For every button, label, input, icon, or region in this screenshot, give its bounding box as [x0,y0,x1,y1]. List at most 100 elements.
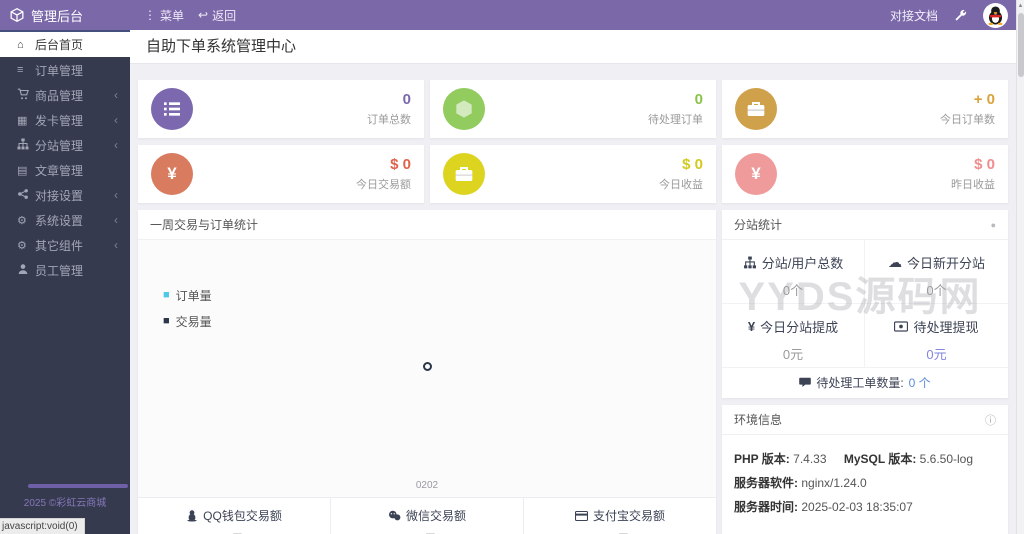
sidebar-item-articles[interactable]: ▤ 文章管理 [0,158,130,182]
main-grid: 一周交易与订单统计 ■ 订单量 ■ 交易量 0202 QQ钱包交易额 微信交易额… [138,210,1008,534]
pay-value: 0元 [524,530,716,534]
pending-tickets-value: 0 个 [908,376,931,390]
qq-icon [187,510,197,522]
sidebar-item-label: 发卡管理 [35,113,84,128]
pending-tickets-row: 待处理工单数量: 0 个 [722,368,1008,397]
yen-icon: ¥ [735,153,777,195]
menu-icon: ⋮ [144,8,156,22]
grid-icon: ▦ [17,114,28,127]
env-value: 2025-02-03 18:35:07 [801,500,913,514]
brand[interactable]: 管理后台 [0,6,130,25]
environment-body: PHP 版本: 7.4.33 MySQL 版本: 5.6.50-log 服务器软… [722,435,1008,515]
vertical-scrollbar[interactable]: ▲ [1016,0,1024,534]
cell-value: 0个 [782,283,804,298]
sidebar-item-label: 后台首页 [35,38,84,52]
pay-label: 支付宝交易额 [524,507,716,524]
pay-value: 0元 [331,530,523,534]
cell-label-text: 分站/用户总数 [761,256,844,271]
stat-label: 订单总数 [367,114,411,126]
weekly-chart-panel: 一周交易与订单统计 ■ 订单量 ■ 交易量 0202 QQ钱包交易额 微信交易额… [138,210,716,534]
scroll-up-icon[interactable]: ▲ [1017,0,1024,9]
stat-card-pending-orders[interactable]: 0 待处理订单 [430,80,716,138]
environment-panel-header: 环境信息 ⓘ [722,405,1008,435]
cell-label: ¥ 今日分站提成 [722,317,864,336]
home-icon: ⌂ [17,38,24,51]
legend-swatch: ■ [163,315,170,327]
info-icon[interactable]: ⓘ [985,412,996,428]
wrench-icon[interactable] [954,9,967,22]
cloud-icon: ☁ [887,254,902,270]
env-value: nginx/1.24.0 [801,476,867,490]
pay-label-text: QQ钱包交易额 [203,509,282,523]
pay-value: 0元 [138,530,330,534]
gear-icon: ⚙ [17,214,27,227]
stat-card-text: $ 0 今日收益 [659,156,716,192]
cell-value: 0元 [782,347,804,362]
sidebar-item-substations[interactable]: 分站管理 ‹ [0,133,130,157]
sidebar-item-label: 对接设置 [35,188,84,203]
stat-value: $ 0 [974,156,995,173]
env-label: PHP 版本: [734,452,790,466]
browser-status-bar: javascript:void(0) [0,518,85,534]
stat-card-text: 0 订单总数 [367,91,424,127]
wechat-icon [388,510,401,520]
credit-card-icon [574,510,588,521]
substation-pending-withdrawals: 待处理提现 0元 [865,304,1008,368]
share-nodes-icon [17,188,35,202]
back-label: 返回 [212,8,237,23]
cube-icon [443,88,485,130]
right-column: 分站统计 ● 分站/用户总数 0个 ☁ 今日新开分站 0个 ¥ 今日分站提成 0… [722,210,1008,534]
sidebar-item-staff[interactable]: 员工管理 [0,258,130,282]
sidebar-item-cards[interactable]: ▦ 发卡管理 ‹ [0,108,130,132]
stat-card-today-orders[interactable]: + 0 今日订单数 [722,80,1008,138]
stat-card-text: $ 0 昨日收益 [951,156,1008,192]
docs-link[interactable]: 对接文档 [890,7,938,24]
stat-card-total-orders[interactable]: 0 订单总数 [138,80,424,138]
stat-label: 今日收益 [659,179,703,191]
stat-value: 0 [402,91,411,108]
chart-panel-title: 一周交易与订单统计 [150,218,259,232]
env-row-server-time: 服务器时间: 2025-02-03 18:35:07 [734,500,996,515]
chevron-left-icon: ‹ [114,138,118,152]
scrollbar-thumb[interactable] [1017,13,1024,77]
substation-panel-title: 分站统计 [734,218,783,232]
sidebar-item-home[interactable]: ⌂ 后台首页 [0,32,130,57]
chevron-left-icon: ‹ [114,88,118,102]
menu-toggle-button[interactable]: ⋮ 菜单 [144,7,184,24]
stat-card-today-profit[interactable]: $ 0 今日收益 [430,145,716,203]
chart-data-point [423,362,432,371]
sidebar-item-products[interactable]: 商品管理 ‹ [0,83,130,107]
substation-commission-today: ¥ 今日分站提成 0元 [722,304,865,368]
panel-tool-icon[interactable]: ● [991,220,996,230]
cube-icon [10,8,24,22]
stat-card-today-volume[interactable]: ¥ $ 0 今日交易额 [138,145,424,203]
stat-label: 待处理订单 [648,114,703,126]
stat-card-text: 0 待处理订单 [648,91,716,127]
sidebar-item-api[interactable]: 对接设置 ‹ [0,183,130,207]
sidebar-item-orders[interactable]: ≡ 订单管理 [0,58,130,82]
payment-totals-row: QQ钱包交易额 0元 微信交易额 0元 支付 [138,497,716,534]
pay-label-text: 微信交易额 [405,509,466,523]
pay-label: QQ钱包交易额 [138,507,330,524]
yen-icon: ¥ [747,319,756,334]
substation-panel-header: 分站统计 ● [722,210,1008,240]
substation-new-today: ☁ 今日新开分站 0个 [865,240,1008,304]
legend-item-volume[interactable]: ■ 交易量 [163,313,212,330]
chart-panel-header: 一周交易与订单统计 [138,210,716,240]
stat-card-text: + 0 今日订单数 [940,91,1008,127]
legend-item-orders[interactable]: ■ 订单量 [163,287,212,304]
user-avatar[interactable] [983,2,1008,28]
env-row-server-software: 服务器软件: nginx/1.24.0 [734,476,996,491]
chart-legend: ■ 订单量 ■ 交易量 [163,287,212,339]
money-bill-icon [894,321,909,332]
menu-label: 菜单 [160,8,185,23]
stat-card-yesterday-profit[interactable]: ¥ $ 0 昨日收益 [722,145,1008,203]
qq-wallet-total: QQ钱包交易额 0元 [138,498,330,534]
list-icon: ≡ [17,64,24,76]
back-button[interactable]: ↩ 返回 [198,7,236,24]
sidebar-item-system[interactable]: ⚙ 系统设置 ‹ [0,208,130,232]
page-title: 自助下单系统管理中心 [130,30,1016,64]
sidebar-copyright: 2025 ©彩虹云商城 [23,498,107,509]
sidebar-item-label: 文章管理 [35,163,84,178]
sidebar-item-components[interactable]: ⚙ 其它组件 ‹ [0,233,130,257]
